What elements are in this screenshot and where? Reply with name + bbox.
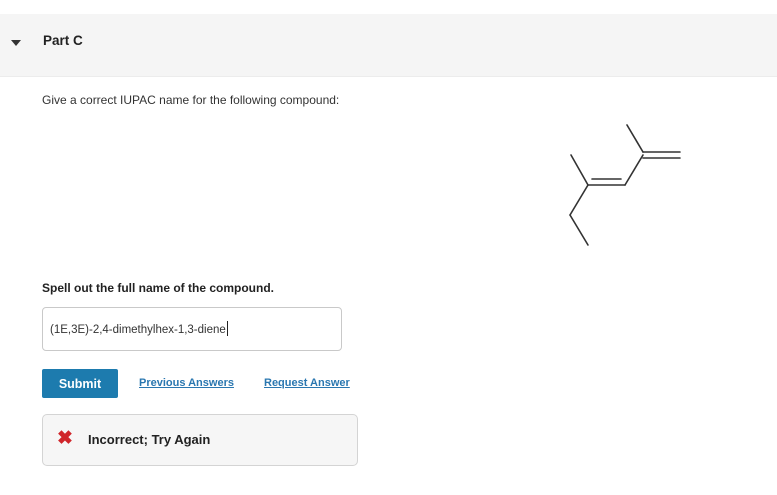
answer-input[interactable]: (1E,3E)-2,4-dimethylhex-1,3-diene	[42, 307, 342, 351]
previous-answers-link[interactable]: Previous Answers	[139, 377, 234, 389]
compound-structure	[569, 124, 681, 246]
part-header[interactable]: Part C	[0, 14, 777, 77]
page: Part C Give a correct IUPAC name for the…	[0, 0, 777, 495]
x-mark-icon: ✖	[57, 428, 73, 449]
answer-input-value: (1E,3E)-2,4-dimethylhex-1,3-diene	[50, 321, 228, 336]
feedback-message: Incorrect; Try Again	[88, 432, 211, 447]
submit-button[interactable]: Submit	[42, 369, 118, 398]
question-prompt: Give a correct IUPAC name for the follow…	[42, 93, 340, 107]
answer-label: Spell out the full name of the compound.	[42, 281, 274, 295]
part-title: Part C	[43, 33, 83, 48]
bond-c5-c6	[569, 214, 589, 246]
text-cursor	[226, 321, 228, 336]
caret-down-icon[interactable]	[11, 40, 21, 46]
bond-methyl-left	[570, 154, 589, 186]
request-answer-link[interactable]: Request Answer	[264, 377, 350, 389]
feedback-box: ✖ Incorrect; Try Again	[42, 414, 358, 466]
bond-c2-c3	[624, 154, 644, 186]
bond-c4-c5	[569, 184, 589, 216]
bond-methyl-top	[626, 124, 644, 153]
